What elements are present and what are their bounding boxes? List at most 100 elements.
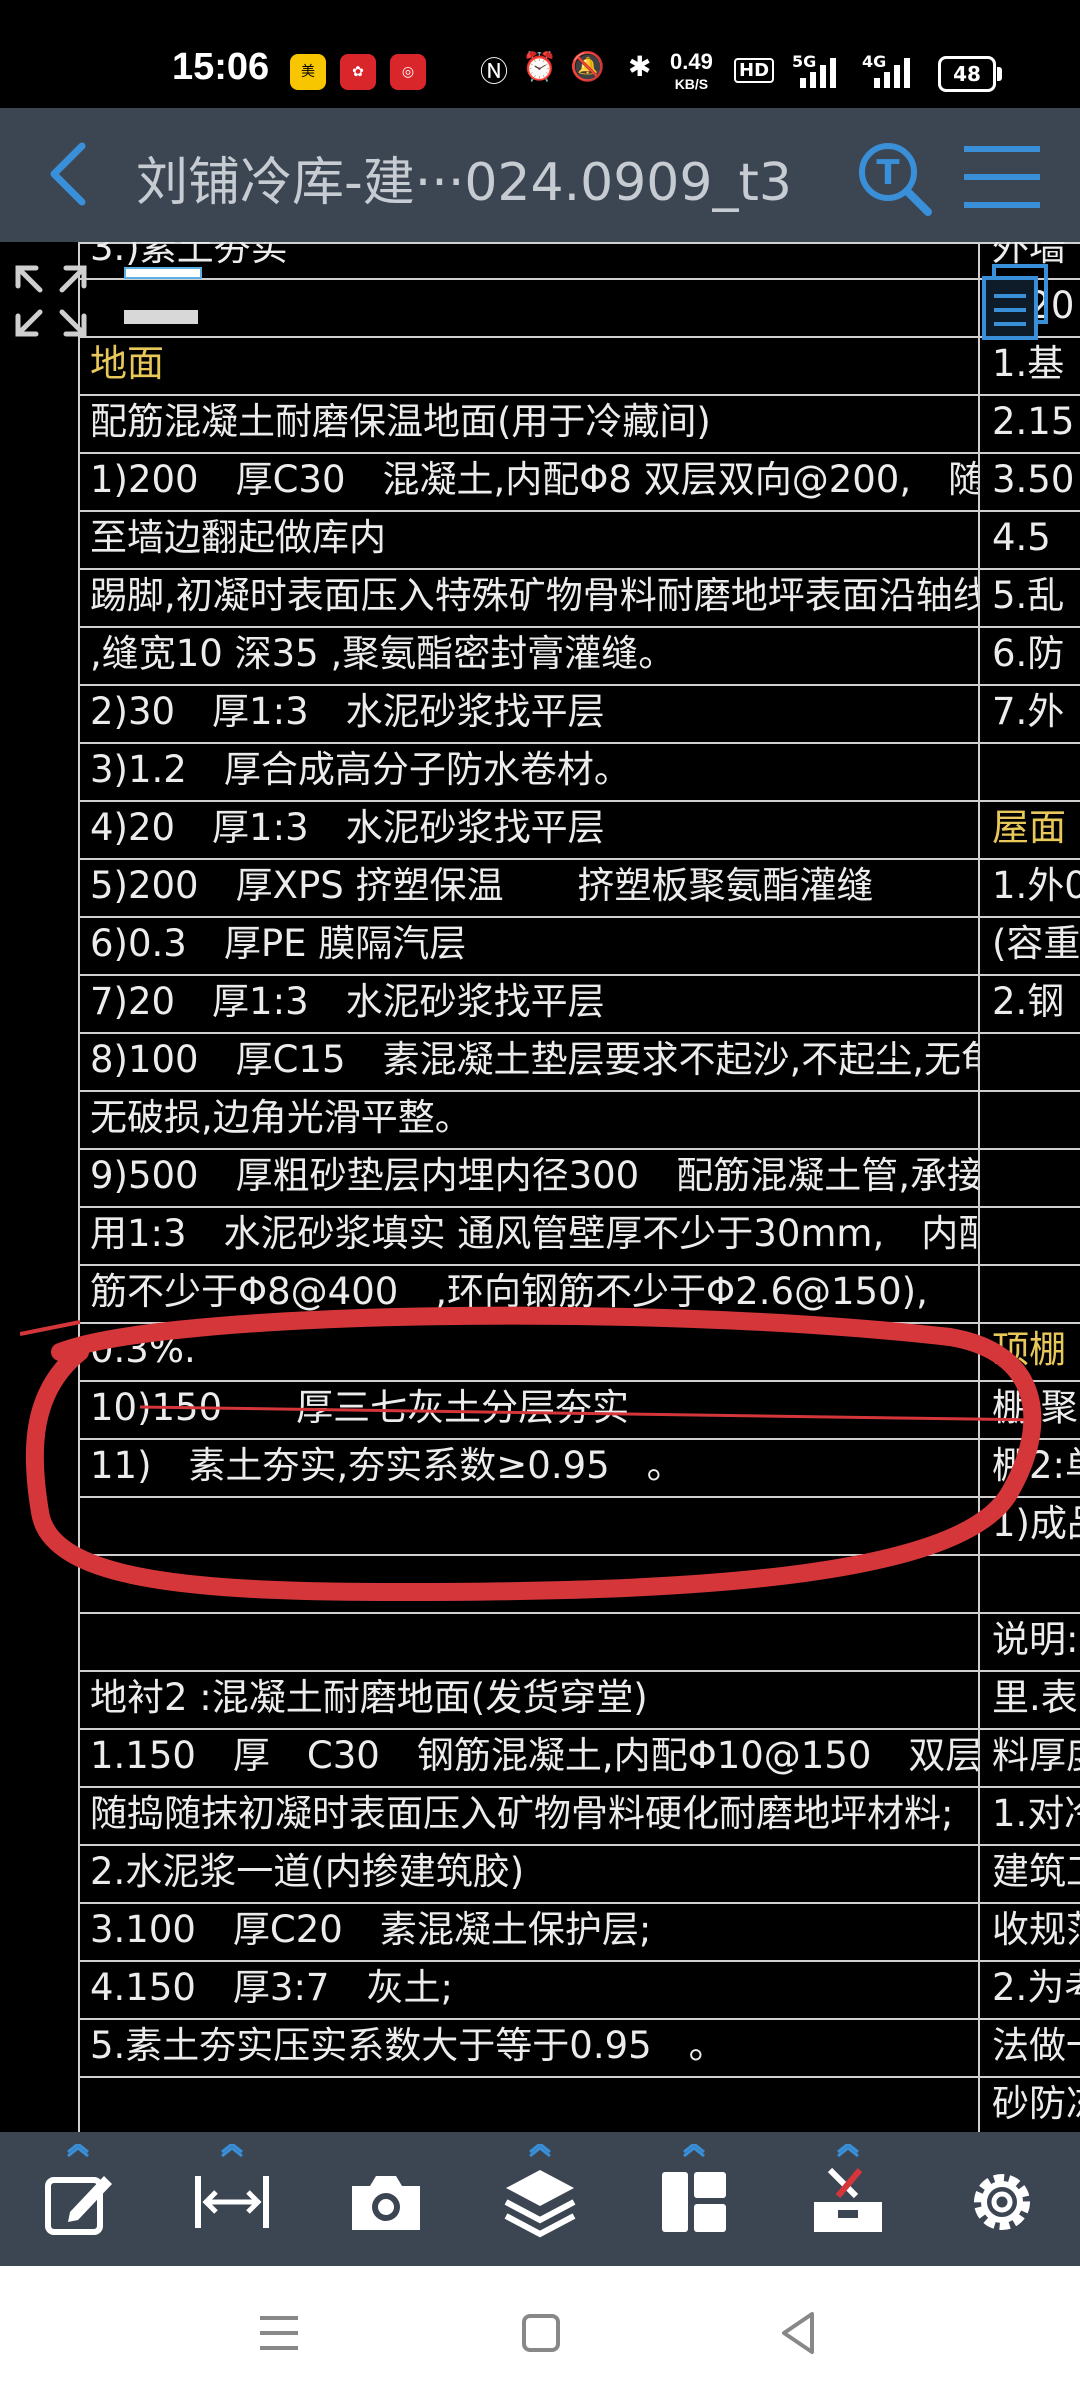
layout-icon (662, 2172, 726, 2232)
cad-drawing-canvas[interactable]: 3.)素土夯实 地面 配筋混凝土耐磨保温地面(用于冷藏间) 1)200 厚C30 混凝… (0, 242, 1080, 2132)
network-speed: 0.49 KB/S (670, 49, 713, 94)
spec-row: 3.)素土夯实 (78, 242, 978, 280)
tools-button[interactable] (808, 2144, 888, 2242)
spec-row: 3.100 厚C20 素混凝土保护层; (78, 1904, 978, 1962)
spec-row: 5)200 厚XPS 挤塑保温 挤塑板聚氨酯灌缝 (78, 860, 978, 918)
spec-row: 4)20 厚1:3 水泥砂浆找平层 (78, 802, 978, 860)
text-search-icon[interactable]: T (852, 136, 934, 218)
spec-row: 1)200 厚C30 混凝土,内配Φ8 双层双向@200, 随打随抹 (78, 454, 978, 512)
spec-row-right: 建筑工 (978, 1846, 1080, 1904)
spec-row-right: 6.防 (978, 628, 1080, 686)
measure-distance-icon (195, 2176, 269, 2228)
hd-badge: HD (734, 58, 775, 83)
spec-row-right: 棚 聚 (978, 1382, 1080, 1440)
app-notification-icon: ✿ (340, 54, 376, 90)
network-speed-unit: KB/S (674, 76, 709, 92)
system-navigation-bar (0, 2266, 1080, 2400)
battery-icon: 48 (938, 56, 1002, 92)
spec-row: 配筋混凝土耐磨保温地面(用于冷藏间) (78, 396, 978, 454)
spec-row (78, 1556, 978, 1614)
spec-row (78, 1498, 978, 1556)
spec-row: ,缝宽10 深35 ,聚氨酯密封膏灌缝。 (78, 628, 978, 686)
spec-row (78, 280, 978, 338)
settings-button[interactable] (962, 2162, 1042, 2242)
spec-row: 4.150 厚3:7 灰土; (78, 1962, 978, 2020)
spec-row: 0.3%. (78, 1324, 978, 1382)
fullscreen-icon[interactable] (14, 264, 88, 338)
spec-row-right (978, 1266, 1080, 1324)
edit-icon (45, 2176, 112, 2235)
spec-row-right (978, 1208, 1080, 1266)
spec-row: 5.素土夯实压实系数大于等于0.95 。 (78, 2020, 978, 2078)
hamburger-menu-icon[interactable] (960, 142, 1044, 212)
spec-row-right: 1.外0 (978, 860, 1080, 918)
spec-row: 8)100 厚C15 素混凝土垫层要求不起沙,不起尘,无龟裂 (78, 1034, 978, 1092)
spec-row: 至墙边翻起做库内 (78, 512, 978, 570)
camera-tool-button[interactable] (346, 2162, 426, 2242)
spec-row (78, 1614, 978, 1672)
layout-tool-button[interactable] (654, 2144, 734, 2242)
measure-tool-button[interactable] (192, 2144, 272, 2242)
recents-menu-icon[interactable] (252, 2306, 306, 2360)
app-notification-icon-2: ◎ (390, 54, 426, 90)
title-bar: 刘铺冷库-建···024.0909_t3 T (0, 108, 1080, 242)
status-time: 15:06 (172, 46, 270, 88)
spec-row-right: 说明: (978, 1614, 1080, 1672)
spec-row-right: 2.15 (978, 396, 1080, 454)
spec-row-right: 棚2:单 (978, 1440, 1080, 1498)
spec-row: 用1:3 水泥砂浆填实 通风管壁厚不少于30mm, 内配纵向钢 (78, 1208, 978, 1266)
spec-row: 无破损,边角光滑平整。 (78, 1092, 978, 1150)
camera-icon (352, 2176, 420, 2230)
nfc-icon: Ⓝ (480, 56, 509, 87)
signal-strength-icon-2 (874, 58, 910, 88)
chevron-up-icon (837, 2144, 859, 2158)
spec-row-right: 2.为考 (978, 1962, 1080, 2020)
bottom-toolbar (0, 2132, 1080, 2266)
spec-row-right: 1)成品 (978, 1498, 1080, 1556)
spec-row-right (978, 1150, 1080, 1208)
layers-tool-button[interactable] (500, 2144, 580, 2242)
line-style-indicator[interactable] (124, 310, 198, 324)
spec-row-right: 法做一 (978, 2020, 1080, 2078)
spec-row-right: 料厚度 (978, 1730, 1080, 1788)
spec-row: 地衬2 :混凝土耐磨地面(发货穿堂) (78, 1672, 978, 1730)
meituan-notification-icon: 美 (290, 54, 326, 90)
spec-row-right: 4.5 (978, 512, 1080, 570)
spec-row: 3)1.2 厚合成高分子防水卷材。 (78, 744, 978, 802)
spec-row: 随捣随抹初凝时表面压入矿物骨料硬化耐磨地坪材料; (78, 1788, 978, 1846)
layers-panel-icon[interactable] (980, 262, 1050, 342)
layers-icon (504, 2170, 576, 2238)
signal-strength-icon (800, 58, 836, 88)
line-weight-indicator[interactable] (124, 267, 202, 279)
bluetooth-icon: ✱ (628, 51, 652, 82)
status-bar: 15:06 美 ✿ ◎ Ⓝ ⏰ 🔕 ✱ 0.49 KB/S HD 5G 4G 4… (0, 0, 1080, 108)
alarm-icon: ⏰ (522, 51, 557, 82)
spec-row: 筋不少于Φ8@400 ,环向钢筋不少于Φ2.6@150), 管坡 (78, 1266, 978, 1324)
page-title: 刘铺冷库-建···024.0909_t3 (136, 153, 792, 213)
spec-row-right: 砂防冻 (978, 2078, 1080, 2132)
network-speed-value: 0.49 (670, 49, 713, 74)
spec-row: 2)30 厚1:3 水泥砂浆找平层 (78, 686, 978, 744)
chevron-up-icon (683, 2144, 705, 2158)
spec-row: 6)0.3 厚PE 膜隔汽层 (78, 918, 978, 976)
spec-row-right: 7.外 (978, 686, 1080, 744)
back-triangle-icon[interactable] (772, 2306, 826, 2360)
edit-tool-button[interactable] (38, 2144, 118, 2242)
home-icon[interactable] (514, 2306, 568, 2360)
spec-row-right: 2.钢 (978, 976, 1080, 1034)
chevron-left-icon[interactable] (30, 134, 110, 214)
spec-row-right (978, 1556, 1080, 1614)
spec-row-right: 收规范 (978, 1904, 1080, 1962)
chevron-up-icon (529, 2144, 551, 2158)
spec-row: 1.150 厚 C30 钢筋混凝土,内配Φ10@150 双层双向; (78, 1730, 978, 1788)
chevron-up-icon (221, 2144, 243, 2158)
gear-icon (974, 2174, 1030, 2230)
spec-row-right: 屋面 (978, 802, 1080, 860)
spec-row: 11) 素土夯实,夯实系数≥0.95 。 (78, 1440, 978, 1498)
spec-row-right: 1.对冷 (978, 1788, 1080, 1846)
spec-row-right (978, 1092, 1080, 1150)
spec-row-right: (容重 (978, 918, 1080, 976)
spec-row-right: 顶棚 (978, 1324, 1080, 1382)
svg-text:T: T (876, 153, 900, 193)
spec-row-right: 里.表 (978, 1672, 1080, 1730)
